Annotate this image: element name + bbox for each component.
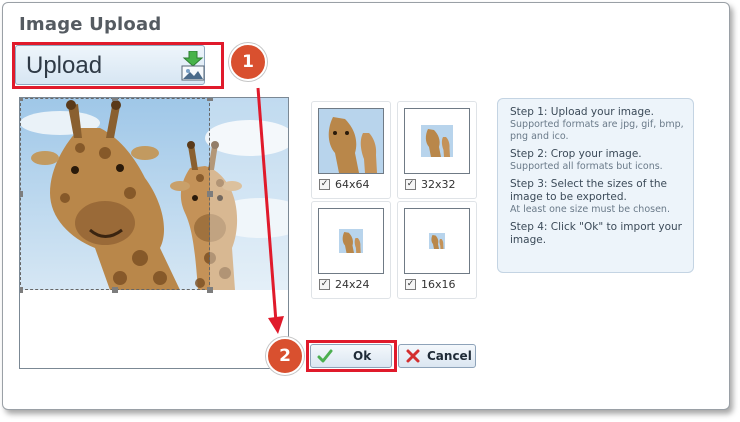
crop-canvas[interactable]: [19, 97, 289, 369]
crop-handle-top[interactable]: [112, 98, 118, 101]
help-step-3-note: At least one size must be chosen.: [510, 204, 670, 215]
size-checkbox-16[interactable]: ✓: [405, 279, 416, 290]
cancel-button[interactable]: Cancel: [398, 344, 476, 368]
step-badge-2: 2: [266, 337, 304, 375]
size-label-16: 16x16: [421, 278, 456, 291]
dialog-title: Image Upload: [19, 14, 162, 35]
help-step-4: Step 4: Click "Ok" to import your image.: [510, 221, 682, 246]
crop-handle-top-right[interactable]: [207, 98, 213, 101]
crop-handle-bottom-right[interactable]: [207, 287, 213, 293]
crop-handle-right[interactable]: [207, 191, 213, 197]
upload-button-label: Upload: [26, 52, 103, 79]
thumbnail-preview-24: [318, 208, 384, 274]
thumbnail-preview-16: [404, 208, 470, 274]
crop-handle-bottom[interactable]: [112, 287, 118, 293]
thumbnail-image-16: [429, 233, 445, 249]
help-step-2: Step 2: Crop your image.: [510, 148, 642, 160]
thumbnail-image-24: [339, 229, 363, 253]
help-step-3: Step 3: Select the sizes of the image to…: [510, 178, 667, 203]
thumbnail-preview-32: [404, 108, 470, 174]
crop-handle-left[interactable]: [20, 191, 23, 197]
thumbnail-24: ✓ 24x24: [311, 201, 391, 299]
cross-icon: [406, 349, 420, 363]
help-panel: Step 1: Upload your image. Supported for…: [497, 98, 694, 273]
crop-handle-top-left[interactable]: [20, 98, 23, 101]
upload-button[interactable]: Upload: [15, 45, 205, 85]
help-step-1: Step 1: Upload your image.: [510, 106, 654, 118]
thumbnail-image-64: [319, 109, 383, 173]
ok-button[interactable]: Ok: [310, 344, 392, 368]
cancel-button-label: Cancel: [427, 349, 472, 363]
crop-handle-bottom-left[interactable]: [20, 287, 23, 293]
size-label-64: 64x64: [335, 178, 370, 191]
thumbnail-32: ✓ 32x32: [397, 101, 477, 199]
image-upload-icon: [181, 51, 205, 81]
thumbnail-16: ✓ 16x16: [397, 201, 477, 299]
size-checkbox-24[interactable]: ✓: [319, 279, 330, 290]
help-step-2-note: Supported all formats but icons.: [510, 161, 663, 172]
step-badge-1: 1: [229, 43, 267, 81]
size-checkbox-32[interactable]: ✓: [405, 179, 416, 190]
checkmark-icon: [317, 349, 333, 363]
size-label-24: 24x24: [335, 278, 370, 291]
thumbnail-preview-64: [318, 108, 384, 174]
thumbnail-image-32: [421, 125, 453, 157]
ok-button-label: Ok: [353, 349, 372, 363]
size-checkbox-64[interactable]: ✓: [319, 179, 330, 190]
help-step-1-note: Supported formats are jpg, gif, bmp, png…: [510, 119, 684, 142]
crop-outside-shade: [210, 98, 288, 290]
thumbnail-64: ✓ 64x64: [311, 101, 391, 199]
size-label-32: 32x32: [421, 178, 456, 191]
crop-selection-box[interactable]: [20, 98, 210, 290]
